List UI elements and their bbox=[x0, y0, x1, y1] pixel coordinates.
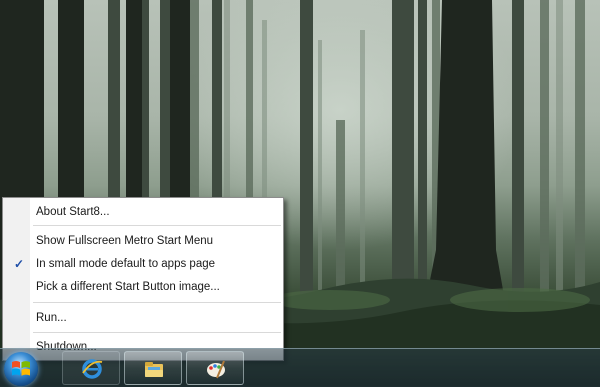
menu-item-run-label: Run... bbox=[36, 312, 67, 324]
checkmark-icon: ✓ bbox=[14, 257, 25, 271]
start8-context-menu: About Start8... Show Fullscreen Metro St… bbox=[2, 197, 284, 361]
paint-icon bbox=[207, 360, 225, 379]
file-explorer-icon bbox=[145, 362, 163, 377]
start-button[interactable] bbox=[4, 352, 38, 386]
menu-item-about[interactable]: About Start8... bbox=[5, 202, 281, 222]
menu-item-run[interactable]: Run... bbox=[5, 308, 281, 328]
menu-item-about-label: About Start8... bbox=[36, 206, 110, 218]
menu-item-small-mode-apps-page-label: In small mode default to apps page bbox=[36, 258, 216, 270]
taskbar-button-paint[interactable] bbox=[186, 351, 244, 385]
windows-logo-icon bbox=[12, 361, 30, 376]
menu-item-show-fullscreen-metro-label: Show Fullscreen Metro Start Menu bbox=[36, 235, 214, 247]
taskbar-button-internet-explorer[interactable] bbox=[62, 351, 120, 385]
taskbar-button-file-explorer[interactable] bbox=[124, 351, 182, 385]
menu-item-pick-start-button-image[interactable]: Pick a different Start Button image... bbox=[5, 277, 281, 297]
menu-separator bbox=[33, 225, 281, 227]
menu-item-small-mode-apps-page[interactable]: ✓ In small mode default to apps page bbox=[5, 254, 281, 274]
menu-separator bbox=[33, 302, 281, 304]
menu-item-pick-start-button-image-label: Pick a different Start Button image... bbox=[36, 281, 220, 293]
menu-separator bbox=[33, 332, 281, 334]
menu-item-show-fullscreen-metro[interactable]: Show Fullscreen Metro Start Menu bbox=[5, 231, 281, 251]
internet-explorer-icon bbox=[82, 359, 103, 379]
